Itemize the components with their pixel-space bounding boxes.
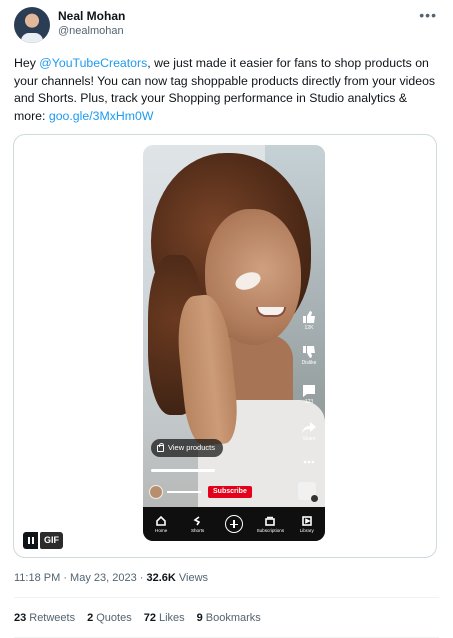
more-icon — [302, 456, 316, 468]
url-link[interactable]: goo.gle/3MxHm0W — [49, 109, 154, 123]
nav-library[interactable]: Library — [292, 515, 322, 533]
engagement-stats: 23 Retweets 2 Quotes 72 Likes 9 Bookmarks — [14, 612, 261, 624]
pause-button[interactable] — [23, 532, 38, 549]
nav-home-label: Home — [155, 527, 168, 533]
subscriptions-icon — [265, 516, 276, 526]
more-options-button[interactable]: ••• — [419, 7, 437, 23]
bookmarks-label: Bookmarks — [205, 612, 261, 624]
author-handle[interactable]: @nealmohan — [58, 25, 124, 37]
home-icon — [156, 515, 166, 526]
quotes-label: Quotes — [96, 612, 132, 624]
comment-icon — [302, 385, 316, 397]
pause-icon — [27, 537, 30, 544]
share-action[interactable]: Share — [296, 422, 322, 442]
channel-avatar[interactable] — [149, 485, 163, 499]
tweet-text-intro: Hey — [14, 56, 40, 70]
nav-library-label: Library — [299, 527, 314, 533]
author-avatar[interactable] — [14, 7, 50, 43]
quotes-count: 2 — [87, 612, 94, 624]
views-label: Views — [175, 572, 209, 584]
more-action[interactable] — [296, 456, 322, 470]
view-products-label: View products — [168, 443, 215, 452]
quotes-stat[interactable]: 2 Quotes — [87, 612, 132, 624]
retweets-label: Retweets — [29, 612, 76, 624]
sound-icon — [311, 495, 318, 502]
bookmarks-stat[interactable]: 9 Bookmarks — [197, 612, 261, 624]
nav-subscriptions[interactable]: Subscriptions — [255, 516, 285, 533]
shopping-bag-icon — [157, 442, 164, 452]
dislike-action[interactable]: Dislike — [296, 346, 322, 366]
divider — [14, 597, 439, 598]
retweets-count: 23 — [14, 612, 27, 624]
retweets-stat[interactable]: 23 Retweets — [14, 612, 75, 624]
gif-controls: GIF — [23, 532, 63, 549]
thumbs-up-icon — [302, 311, 316, 323]
create-icon — [224, 515, 243, 533]
nav-shorts-label: Shorts — [190, 527, 205, 533]
share-icon — [302, 422, 316, 434]
like-action[interactable]: 12K — [296, 311, 322, 331]
channel-name-placeholder — [167, 491, 201, 493]
likes-label: Likes — [158, 612, 185, 624]
dislike-label: Dislike — [301, 360, 317, 366]
youtube-bottom-nav: Home Shorts Subscriptions Library — [143, 507, 325, 541]
tweet-time[interactable]: 11:18 PM · May 23, 2023 · — [14, 572, 146, 584]
comment-action[interactable]: 123 — [296, 385, 322, 405]
nav-home[interactable]: Home — [146, 515, 176, 533]
nav-shorts[interactable]: Shorts — [183, 515, 213, 533]
author-name[interactable]: Neal Mohan — [58, 9, 125, 23]
share-label: Share — [302, 436, 316, 442]
comment-count: 123 — [304, 399, 314, 405]
shorts-icon — [193, 515, 200, 525]
likes-count: 72 — [143, 612, 156, 624]
tweet-text: Hey @YouTubeCreators, we just made it ea… — [14, 55, 439, 125]
bookmarks-count: 9 — [196, 612, 203, 624]
subscribe-button[interactable]: Subscribe — [208, 486, 252, 498]
media-card[interactable]: 12K Dislike 123 Share View products Subs… — [13, 134, 437, 558]
nav-subscriptions-label: Subscriptions — [256, 527, 285, 533]
views-count: 32.6K — [146, 572, 176, 584]
gif-badge: GIF — [40, 532, 63, 549]
view-products-button[interactable]: View products — [151, 439, 223, 457]
tweet-timestamp: 11:18 PM · May 23, 2023 · 32.6K Views — [14, 572, 208, 584]
video-frame[interactable]: 12K Dislike 123 Share View products Subs… — [143, 145, 325, 541]
mention-link[interactable]: @YouTubeCreators — [39, 56, 147, 70]
nav-create[interactable] — [219, 515, 249, 533]
like-count: 12K — [304, 325, 314, 331]
library-icon — [301, 515, 312, 526]
likes-stat[interactable]: 72 Likes — [144, 612, 185, 624]
video-title-placeholder — [151, 469, 215, 472]
thumbs-down-icon — [302, 346, 316, 358]
pause-icon-bar — [31, 537, 34, 544]
